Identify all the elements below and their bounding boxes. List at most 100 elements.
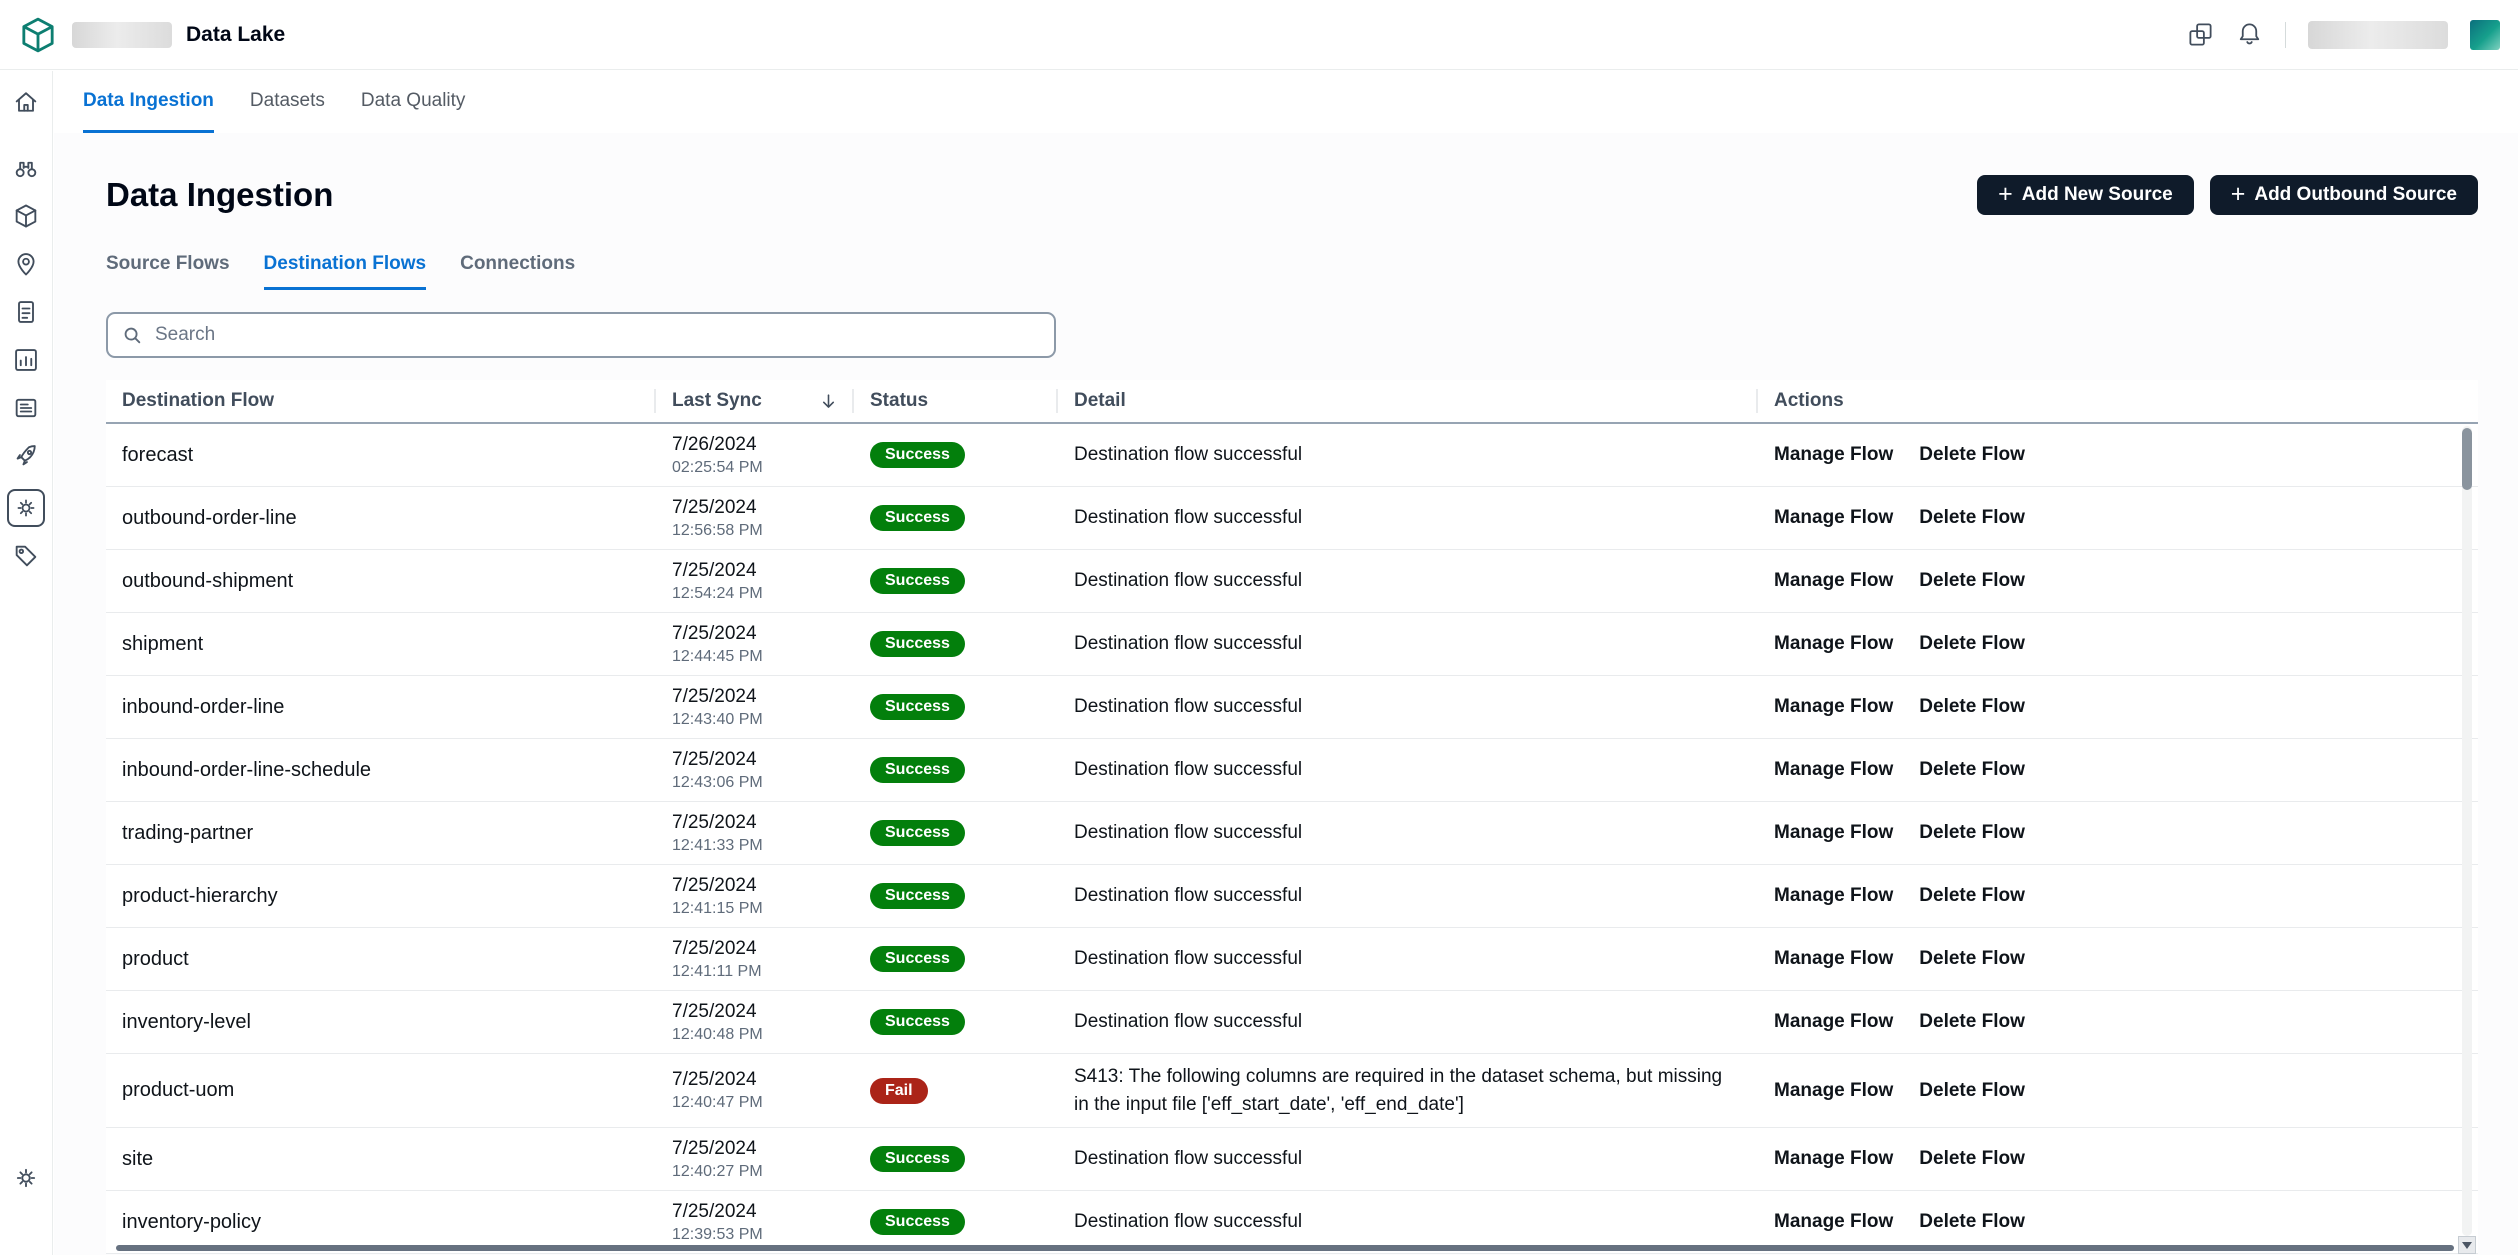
tab-data-quality[interactable]: Data Quality (361, 71, 466, 133)
manage-flow-link[interactable]: Manage Flow (1774, 1211, 1893, 1233)
manage-flow-link[interactable]: Manage Flow (1774, 1011, 1893, 1033)
sync-date: 7/25/2024 (672, 938, 838, 960)
tab-connections[interactable]: Connections (460, 253, 575, 290)
sync-time: 12:41:33 PM (672, 837, 838, 855)
copy-windows-icon[interactable] (2187, 21, 2214, 48)
manage-flow-link[interactable]: Manage Flow (1774, 633, 1893, 655)
sync-date: 7/25/2024 (672, 1001, 838, 1023)
delete-flow-link[interactable]: Delete Flow (1919, 1211, 2025, 1233)
flow-name: product (122, 948, 189, 970)
rocket-icon[interactable] (11, 441, 41, 471)
manage-flow-link[interactable]: Manage Flow (1774, 885, 1893, 907)
detail-text: Destination flow successful (1058, 1199, 1758, 1245)
status-badge: Success (870, 757, 965, 783)
col-last-sync[interactable]: Last Sync (656, 380, 854, 422)
delete-flow-link[interactable]: Delete Flow (1919, 633, 2025, 655)
vertical-scrollbar-thumb[interactable] (2462, 428, 2472, 490)
scroll-down-button[interactable] (2458, 1236, 2476, 1254)
tab-datasets[interactable]: Datasets (250, 71, 325, 133)
delete-flow-link[interactable]: Delete Flow (1919, 696, 2025, 718)
user-avatar[interactable] (2470, 20, 2500, 50)
delete-flow-link[interactable]: Delete Flow (1919, 885, 2025, 907)
sync-date: 7/26/2024 (672, 434, 838, 456)
status-badge: Success (870, 505, 965, 531)
home-icon[interactable] (11, 87, 41, 117)
table-row: site 7/25/2024 12:40:27 PM Success Desti… (106, 1128, 2478, 1191)
sync-date: 7/25/2024 (672, 1069, 838, 1091)
tag-icon[interactable] (11, 541, 41, 571)
plus-icon: + (2231, 182, 2246, 207)
header-buttons: + Add New Source + Add Outbound Source (1977, 175, 2478, 215)
delete-flow-link[interactable]: Delete Flow (1919, 759, 2025, 781)
page-content: Data Ingestion + Add New Source + Add Ou… (54, 133, 2518, 1255)
search-input[interactable] (153, 323, 1041, 347)
search-box (106, 312, 1056, 358)
detail-text: Destination flow successful (1058, 684, 1758, 730)
sync-time: 12:39:53 PM (672, 1226, 838, 1244)
tab-source-flows[interactable]: Source Flows (106, 253, 230, 290)
manage-flow-link[interactable]: Manage Flow (1774, 1148, 1893, 1170)
sort-descending-icon[interactable] (819, 392, 838, 411)
add-new-source-button[interactable]: + Add New Source (1977, 175, 2194, 215)
destination-flows-table: Destination Flow Last Sync Status Detail… (106, 380, 2478, 1254)
sync-date: 7/25/2024 (672, 1201, 838, 1223)
app-title: Data Lake (186, 23, 285, 47)
vertical-scrollbar[interactable] (2462, 426, 2472, 1236)
document-icon[interactable] (11, 297, 41, 327)
tab-data-ingestion[interactable]: Data Ingestion (83, 71, 214, 133)
chart-icon[interactable] (11, 345, 41, 375)
manage-flow-link[interactable]: Manage Flow (1774, 822, 1893, 844)
add-outbound-source-label: Add Outbound Source (2254, 184, 2457, 206)
table-header: Destination Flow Last Sync Status Detail… (106, 380, 2478, 424)
manage-flow-link[interactable]: Manage Flow (1774, 696, 1893, 718)
delete-flow-link[interactable]: Delete Flow (1919, 822, 2025, 844)
tab-destination-flows[interactable]: Destination Flows (264, 253, 427, 290)
detail-text: Destination flow successful (1058, 1136, 1758, 1182)
bell-icon[interactable] (2236, 21, 2263, 48)
delete-flow-link[interactable]: Delete Flow (1919, 570, 2025, 592)
manage-flow-link[interactable]: Manage Flow (1774, 570, 1893, 592)
status-badge: Success (870, 1009, 965, 1035)
sync-date: 7/25/2024 (672, 623, 838, 645)
col-actions: Actions (1758, 380, 2478, 422)
top-bar: Data Lake (0, 0, 2518, 70)
detail-text: Destination flow successful (1058, 936, 1758, 982)
main-area: Data Ingestion Datasets Data Quality Dat… (54, 71, 2518, 1255)
delete-flow-link[interactable]: Delete Flow (1919, 1080, 2025, 1102)
col-destination-flow: Destination Flow (106, 380, 656, 422)
manage-flow-link[interactable]: Manage Flow (1774, 948, 1893, 970)
flow-name: shipment (122, 633, 203, 655)
status-badge: Success (870, 946, 965, 972)
settings-gear-icon[interactable] (11, 1163, 41, 1193)
sidebar-item-data-ingestion-active[interactable] (7, 489, 45, 527)
delete-flow-link[interactable]: Delete Flow (1919, 444, 2025, 466)
flow-name: product-uom (122, 1079, 234, 1101)
delete-flow-link[interactable]: Delete Flow (1919, 1148, 2025, 1170)
detail-text: Destination flow successful (1058, 495, 1758, 541)
delete-flow-link[interactable]: Delete Flow (1919, 507, 2025, 529)
topbar-right (2187, 20, 2500, 50)
sync-date: 7/25/2024 (672, 560, 838, 582)
manage-flow-link[interactable]: Manage Flow (1774, 759, 1893, 781)
detail-text: Destination flow successful (1058, 432, 1758, 478)
table-row: product-hierarchy 7/25/2024 12:41:15 PM … (106, 865, 2478, 928)
map-pin-icon[interactable] (11, 249, 41, 279)
manage-flow-link[interactable]: Manage Flow (1774, 507, 1893, 529)
package-icon[interactable] (11, 201, 41, 231)
news-icon[interactable] (11, 393, 41, 423)
flow-name: inventory-policy (122, 1211, 261, 1233)
binoculars-icon[interactable] (11, 153, 41, 183)
add-new-source-label: Add New Source (2022, 184, 2173, 206)
col-detail: Detail (1058, 380, 1758, 422)
flow-name: forecast (122, 444, 193, 466)
sync-date: 7/25/2024 (672, 686, 838, 708)
status-badge: Success (870, 1209, 965, 1235)
sync-time: 12:43:40 PM (672, 711, 838, 729)
manage-flow-link[interactable]: Manage Flow (1774, 1080, 1893, 1102)
delete-flow-link[interactable]: Delete Flow (1919, 948, 2025, 970)
horizontal-scrollbar-thumb[interactable] (116, 1245, 2454, 1251)
delete-flow-link[interactable]: Delete Flow (1919, 1011, 2025, 1033)
topbar-divider (2285, 22, 2286, 48)
manage-flow-link[interactable]: Manage Flow (1774, 444, 1893, 466)
add-outbound-source-button[interactable]: + Add Outbound Source (2210, 175, 2478, 215)
